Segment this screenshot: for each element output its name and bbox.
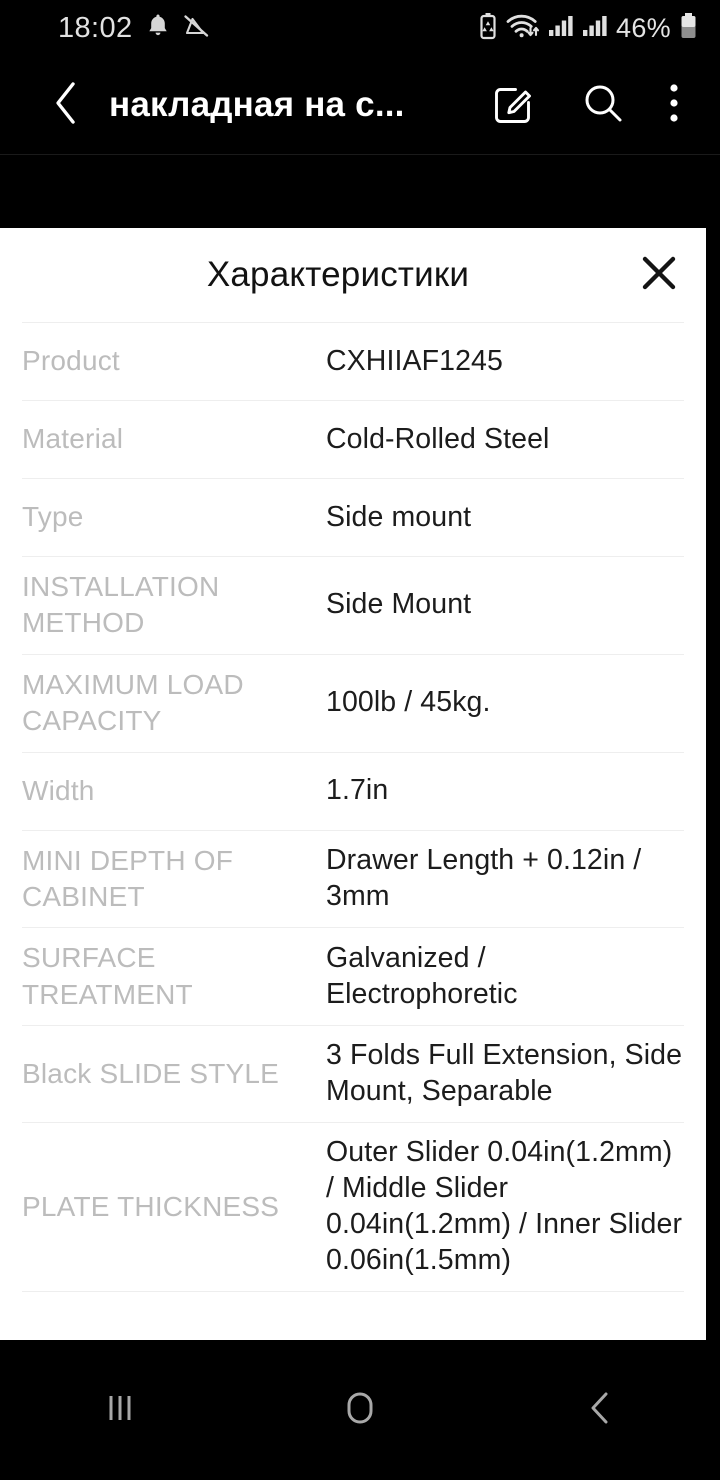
signal-icon-2	[582, 13, 608, 43]
spec-label: INSTALLATION METHOD	[22, 571, 220, 639]
characteristics-sheet: Характеристики Product CXHIIAF1245 Mater…	[0, 228, 706, 1340]
close-icon	[638, 252, 680, 299]
spec-label: MINI DEPTH OF CABINET	[22, 844, 234, 912]
sheet-header: Характеристики	[0, 228, 706, 322]
search-button[interactable]	[580, 80, 626, 131]
status-bar-right: 46%	[478, 12, 698, 45]
spec-label: MAXIMUM LOAD CAPACITY	[22, 668, 244, 737]
sheet-title: Характеристики	[206, 255, 470, 294]
spec-value: 100lb / 45kg.	[326, 686, 491, 719]
table-row: INSTALLATION METHOD Side Mount	[22, 556, 684, 654]
bell-icon	[147, 13, 169, 43]
phone-screen: 18:02 46% накладная на с... Характеристи…	[0, 0, 720, 1480]
back-chevron-icon	[52, 78, 82, 133]
status-bar-left: 18:02	[58, 12, 213, 45]
page-title: накладная на с...	[109, 85, 405, 124]
spec-value: Cold-Rolled Steel	[326, 422, 550, 455]
status-bar-clock: 18:02	[58, 11, 133, 44]
table-row: Material Cold-Rolled Steel	[22, 400, 684, 478]
spec-label: Width	[22, 774, 95, 806]
table-row: MINI DEPTH OF CABINET Drawer Length + 0.…	[22, 829, 684, 928]
spec-value: CXHIIAF1245	[326, 344, 503, 377]
spec-label: Type	[22, 501, 84, 533]
table-row: Product CXHIIAF1245	[22, 322, 684, 400]
back-button[interactable]	[45, 78, 89, 133]
spec-label: Material	[22, 423, 124, 455]
home-button[interactable]	[300, 1370, 420, 1450]
edit-button[interactable]	[492, 80, 538, 131]
spec-value: Outer Slider 0.04in(1.2mm) / Middle Slid…	[326, 1135, 683, 1276]
spec-value: 3 Folds Full Extension, Side Mount, Sepa…	[326, 1039, 683, 1108]
table-row: Black SLIDE STYLE 3 Folds Full Extension…	[22, 1025, 684, 1122]
table-row: PLATE THICKNESS Outer Slider 0.04in(1.2m…	[22, 1121, 684, 1292]
app-toolbar: накладная на с...	[0, 56, 720, 155]
spec-value: Side Mount	[326, 588, 472, 621]
spec-value: Galvanized / Electrophoretic	[326, 941, 518, 1010]
recents-button[interactable]	[60, 1370, 180, 1450]
spec-table: Product CXHIIAF1245 Material Cold-Rolled…	[0, 322, 706, 1292]
navigation-bar	[0, 1340, 720, 1480]
battery-saver-icon	[478, 12, 498, 45]
battery-icon	[679, 12, 698, 45]
table-row: SURFACE TREATMENT Galvanized / Electroph…	[22, 927, 684, 1025]
back-button-nav[interactable]	[540, 1370, 660, 1450]
status-bar: 18:02 46%	[0, 0, 720, 56]
signal-icon-1	[548, 13, 574, 43]
wifi-icon	[506, 12, 540, 44]
table-row: Type Side mount	[22, 478, 684, 556]
more-options-button[interactable]	[668, 80, 680, 131]
back-icon	[583, 1388, 617, 1433]
search-icon	[580, 80, 626, 131]
toolbar-actions	[492, 80, 680, 131]
spec-value: Drawer Length + 0.12in / 3mm	[326, 844, 642, 912]
battery-percent-label: 46%	[616, 12, 671, 43]
spec-label: Black SLIDE STYLE	[22, 1057, 280, 1089]
sound-off-icon	[183, 13, 213, 43]
overflow-menu-icon	[668, 80, 680, 131]
spec-value: 1.7in	[326, 774, 389, 807]
spec-label: SURFACE TREATMENT	[22, 942, 193, 1010]
spec-label: Product	[22, 345, 120, 377]
table-row: MAXIMUM LOAD CAPACITY 100lb / 45kg.	[22, 653, 684, 752]
home-icon	[339, 1388, 381, 1433]
spec-value: Side mount	[326, 500, 472, 533]
content-gap	[0, 156, 720, 228]
edit-pencil-icon	[492, 80, 538, 131]
close-button[interactable]	[636, 252, 682, 298]
recents-icon	[98, 1388, 142, 1433]
table-row: Width 1.7in	[22, 751, 684, 830]
spec-label: PLATE THICKNESS	[22, 1190, 280, 1222]
